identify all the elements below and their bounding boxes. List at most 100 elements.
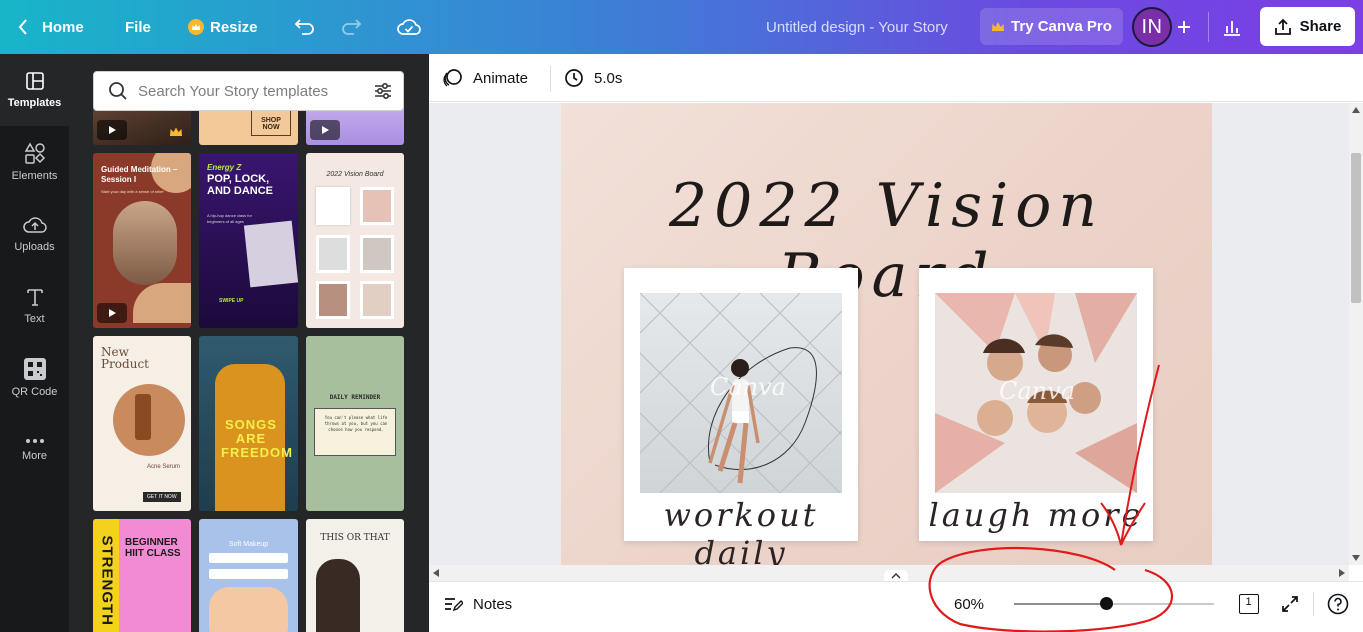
product-cta: GET IT NOW bbox=[143, 492, 181, 502]
rail-label-qr-code: QR Code bbox=[11, 386, 58, 398]
reminder-sub: You can't please what life throws at you… bbox=[324, 415, 388, 432]
template-thumb-daily-reminder[interactable]: DAILY REMINDER You can't please what lif… bbox=[306, 336, 404, 511]
meditation-title: Guided Meditation – Session I bbox=[101, 165, 178, 184]
rail-item-uploads[interactable]: Uploads bbox=[0, 198, 69, 270]
try-pro-label: Try Canva Pro bbox=[1011, 18, 1112, 35]
template-thumb-dance[interactable]: Energy Z POP, LOCK, AND DANCE A hip-hop … bbox=[199, 153, 298, 328]
scroll-up-icon bbox=[1352, 107, 1360, 113]
meditation-sub: Start your day with a sense of relief bbox=[101, 189, 164, 194]
this-or-that-title: THIS OR THAT bbox=[320, 533, 390, 543]
home-button[interactable]: Home bbox=[18, 0, 84, 54]
help-icon bbox=[1327, 593, 1349, 615]
dance-photo bbox=[243, 220, 298, 288]
vertical-scrollbar[interactable] bbox=[1349, 103, 1363, 565]
rail-label-elements: Elements bbox=[11, 170, 58, 182]
filter-icon[interactable] bbox=[373, 81, 393, 101]
help-button[interactable] bbox=[1326, 592, 1350, 616]
dance-title: POP, LOCK, AND DANCE bbox=[207, 173, 273, 197]
rail-item-elements[interactable]: Elements bbox=[0, 126, 69, 198]
duration-button[interactable]: 5.0s bbox=[564, 54, 622, 102]
notes-icon bbox=[445, 598, 463, 612]
page-count: 1 bbox=[1245, 596, 1252, 608]
rail-item-templates[interactable]: Templates bbox=[0, 54, 69, 126]
rail-label-uploads: Uploads bbox=[14, 241, 55, 253]
bottombar-divider bbox=[1313, 592, 1314, 616]
template-thumb-this-or-that[interactable]: THIS OR THAT bbox=[306, 519, 404, 632]
makeup-field bbox=[209, 569, 288, 579]
file-label: File bbox=[125, 18, 151, 36]
elements-icon bbox=[24, 142, 45, 164]
notes-label: Notes bbox=[473, 595, 513, 613]
dance-cta: SWIPE UP bbox=[219, 298, 244, 304]
template-thumb-soft-makeup[interactable]: Soft Makeup bbox=[199, 519, 298, 632]
template-search-input[interactable] bbox=[138, 82, 358, 100]
crown-icon bbox=[170, 127, 182, 136]
animate-label: Animate bbox=[473, 69, 529, 87]
expand-icon bbox=[1282, 596, 1298, 612]
polaroid-left[interactable]: Canva workout daily bbox=[624, 268, 858, 565]
fullscreen-button[interactable] bbox=[1278, 592, 1302, 616]
songs-title: SONGS ARE FREEDOM bbox=[221, 417, 293, 460]
play-icon bbox=[109, 126, 116, 134]
play-badge bbox=[310, 120, 340, 140]
template-thumb-songs[interactable]: SONGS ARE FREEDOM bbox=[199, 336, 298, 511]
red-annotation-circle bbox=[928, 546, 1173, 632]
cloud-save-button[interactable] bbox=[397, 0, 421, 54]
template-search-box[interactable] bbox=[93, 71, 404, 111]
photo-workout[interactable]: Canva bbox=[640, 293, 842, 493]
home-label: Home bbox=[42, 18, 84, 36]
animate-icon bbox=[443, 69, 462, 87]
thumb-polaroid bbox=[360, 281, 394, 319]
caption-left[interactable]: workout daily bbox=[624, 496, 858, 565]
rail-label-templates: Templates bbox=[7, 97, 62, 109]
chevron-left-icon bbox=[18, 19, 27, 35]
thumb-polaroid bbox=[360, 235, 394, 273]
template-thumb-vision-board[interactable]: 2022 Vision Board bbox=[306, 153, 404, 328]
rail-item-text[interactable]: Text bbox=[0, 270, 69, 342]
rail-item-qr-code[interactable]: QR Code bbox=[0, 342, 69, 414]
dance-kicker: Energy Z bbox=[207, 163, 242, 172]
redo-icon bbox=[342, 19, 362, 35]
play-icon bbox=[322, 126, 329, 134]
play-badge bbox=[97, 303, 127, 323]
animate-button[interactable]: Animate bbox=[443, 54, 528, 102]
chevron-up-icon bbox=[891, 573, 901, 579]
user-avatar[interactable]: IN bbox=[1132, 7, 1172, 47]
duration-label: 5.0s bbox=[594, 69, 623, 87]
makeup-photo bbox=[209, 587, 288, 632]
more-icon bbox=[25, 439, 44, 443]
vertical-scroll-thumb[interactable] bbox=[1351, 153, 1361, 303]
template-thumb-new-product[interactable]: New Product Acne Serum GET IT NOW bbox=[93, 336, 191, 511]
qr-code-icon bbox=[23, 358, 46, 380]
pages-button[interactable]: 1 bbox=[1237, 592, 1261, 616]
rail-item-more[interactable]: More bbox=[0, 414, 69, 486]
document-title[interactable]: Untitled design - Your Story bbox=[766, 0, 948, 54]
reminder-title: DAILY REMINDER bbox=[329, 394, 381, 401]
top-bar: Home File Resize Untitled design - Your … bbox=[0, 0, 1363, 54]
thumb-polaroid bbox=[360, 187, 394, 225]
red-annotation-check bbox=[1100, 364, 1160, 546]
side-rail: Templates Elements Uploads Text QR Code … bbox=[0, 54, 69, 632]
canvas-area: 2022 Vision Board Canva workout daily Ca… bbox=[429, 103, 1349, 565]
cloud-check-icon bbox=[397, 19, 421, 35]
crown-icon bbox=[992, 21, 1005, 31]
add-collaborator-button[interactable] bbox=[1176, 0, 1192, 54]
scroll-left-icon bbox=[433, 569, 439, 577]
redo-button[interactable] bbox=[340, 0, 362, 54]
share-button[interactable]: Share bbox=[1260, 7, 1355, 46]
thumb-polaroid bbox=[316, 235, 350, 273]
try-canva-pro-button[interactable]: Try Canva Pro bbox=[980, 8, 1123, 45]
uploads-icon bbox=[22, 217, 47, 233]
decor-shape bbox=[133, 283, 191, 323]
pages-icon: 1 bbox=[1239, 594, 1259, 614]
template-thumb-meditation[interactable]: Guided Meditation – Session I Start your… bbox=[93, 153, 191, 328]
vision-thumb-title: 2022 Vision Board bbox=[326, 171, 384, 178]
file-menu-button[interactable]: File bbox=[125, 0, 151, 54]
resize-button[interactable]: Resize bbox=[188, 0, 258, 54]
watermark-left: Canva bbox=[710, 373, 786, 401]
insights-button[interactable] bbox=[1222, 0, 1242, 54]
template-thumb-hiit[interactable]: STRENGTH BEGINNER HIIT CLASS bbox=[93, 519, 191, 632]
plus-icon bbox=[1178, 21, 1190, 33]
undo-button[interactable] bbox=[294, 0, 316, 54]
notes-button[interactable]: Notes bbox=[443, 582, 512, 626]
